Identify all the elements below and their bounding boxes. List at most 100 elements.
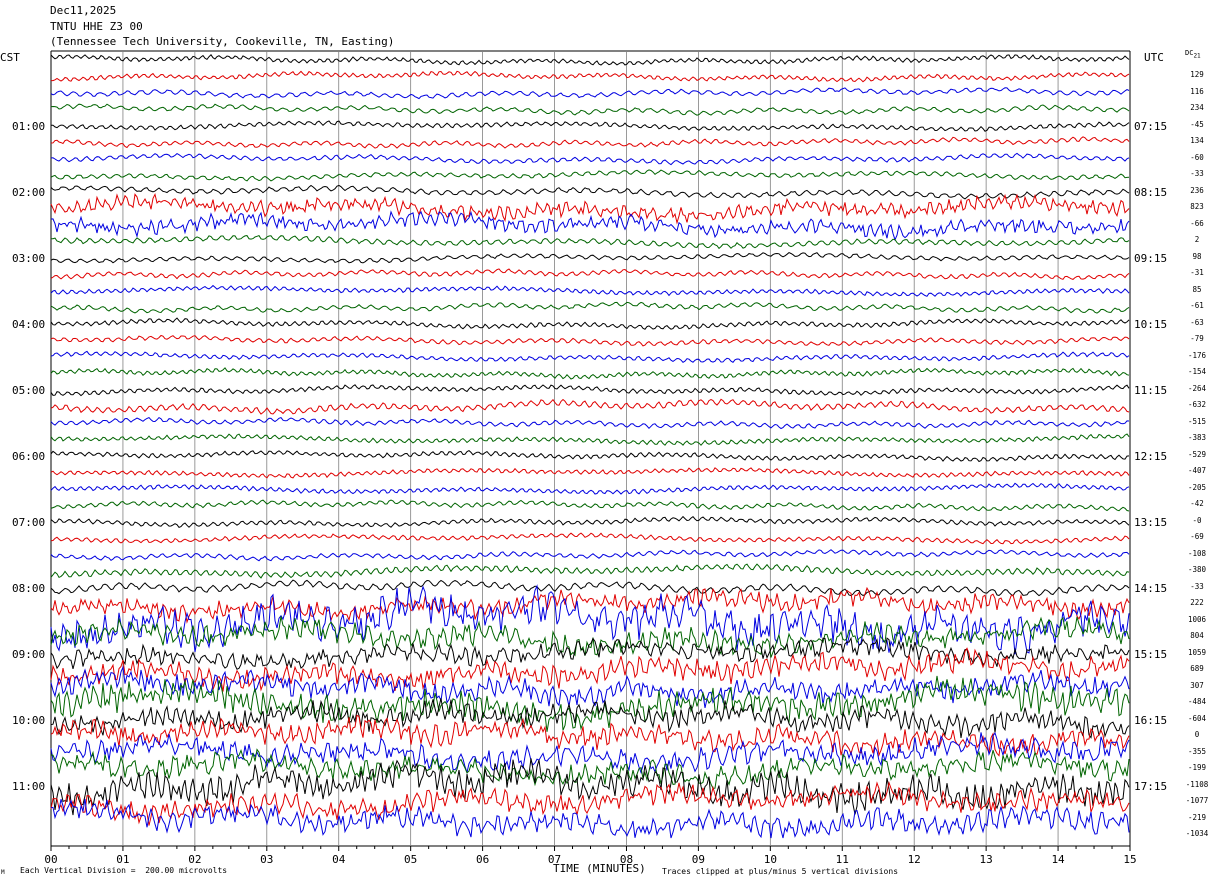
x-tick-label: 05 xyxy=(404,853,418,866)
right-hour-label: 11:15 xyxy=(1134,384,1168,397)
seismic-trace xyxy=(50,87,1130,100)
x-tick-label: 14 xyxy=(1051,853,1065,866)
left-hour-label: 11:00 xyxy=(12,780,46,793)
seismic-trace xyxy=(51,120,1130,132)
dc-offset-label: -31 xyxy=(1190,268,1204,277)
dc-offset-label: -0 xyxy=(1192,515,1202,525)
right-hour-label: 10:15 xyxy=(1134,318,1168,331)
dc-offset-label: -383 xyxy=(1187,433,1207,442)
seismic-trace xyxy=(50,499,1130,512)
right-hour-label: 14:15 xyxy=(1134,582,1168,595)
dc-offset-label: 234 xyxy=(1190,103,1204,112)
dc-offset-label: 689 xyxy=(1190,664,1204,673)
dc-offset-label: -69 xyxy=(1190,532,1204,541)
dc-offset-label: -632 xyxy=(1187,400,1207,409)
seismic-trace xyxy=(50,515,1130,529)
seismic-trace xyxy=(50,152,1130,166)
x-tick-label: 02 xyxy=(188,853,202,866)
left-hour-label: 05:00 xyxy=(12,384,46,397)
seismic-trace xyxy=(50,317,1130,330)
x-tick-label: 10 xyxy=(763,853,777,866)
right-hour-label: 16:15 xyxy=(1134,714,1168,727)
dc-offset-label: -264 xyxy=(1187,383,1207,393)
dc-offset-label: 1006 xyxy=(1187,614,1207,624)
right-hour-label: 17:15 xyxy=(1134,780,1168,793)
dc-offset-label: -61 xyxy=(1190,301,1204,310)
seismic-trace xyxy=(50,252,1130,264)
seismic-trace xyxy=(50,301,1130,314)
x-tick-label: 01 xyxy=(116,853,130,866)
seismic-trace xyxy=(50,636,1130,670)
dc-offset-label: -355 xyxy=(1187,746,1207,756)
right-hour-label: 13:15 xyxy=(1134,516,1168,529)
x-tick-label: 09 xyxy=(691,853,706,866)
left-hour-label: 01:00 xyxy=(12,120,46,133)
dc-offset-label: -529 xyxy=(1187,449,1207,459)
dc-offset-label: -154 xyxy=(1187,367,1207,376)
dc-offset-label: 804 xyxy=(1190,631,1204,640)
right-hour-label: 09:15 xyxy=(1134,252,1168,265)
dc-offset-label: -219 xyxy=(1187,812,1207,822)
footer-mark: M xyxy=(1,869,5,876)
x-tick-label: 00 xyxy=(44,853,58,866)
left-hour-label: 07:00 xyxy=(12,516,46,529)
seismic-trace xyxy=(50,169,1130,182)
dc-offset-label: -407 xyxy=(1187,466,1207,475)
dc-offset-label: 98 xyxy=(1192,251,1202,261)
x-axis-title: TIME (MINUTES) xyxy=(553,862,646,875)
dc-offset-label: -604 xyxy=(1187,713,1207,723)
seismic-trace xyxy=(50,798,1130,839)
dc-offset-label: 307 xyxy=(1190,680,1204,690)
x-tick-label: 04 xyxy=(332,853,346,866)
seismic-trace xyxy=(51,70,1130,83)
seismic-trace xyxy=(50,449,1130,463)
seismic-trace xyxy=(50,482,1130,495)
x-axis xyxy=(50,846,1131,851)
division-note: Each Vertical Division = 200.00 microvol… xyxy=(20,866,228,875)
dc-offset-label: -176 xyxy=(1187,350,1207,360)
dc-offset-label: -63 xyxy=(1190,317,1204,327)
seismic-trace xyxy=(50,698,1130,739)
right-hour-label: 15:15 xyxy=(1134,648,1168,661)
dc-offset-label: 2 xyxy=(1194,235,1200,244)
seismic-trace xyxy=(50,234,1130,250)
seismic-trace xyxy=(50,398,1130,415)
left-hour-label: 10:00 xyxy=(12,714,46,727)
dc-offset-label: -205 xyxy=(1187,482,1207,492)
dc-offset-label: 1059 xyxy=(1187,647,1207,657)
left-hour-label: 04:00 xyxy=(12,318,46,331)
dc-offset-label: 116 xyxy=(1190,86,1204,96)
x-tick-label: 13 xyxy=(979,853,993,866)
seismic-trace xyxy=(50,748,1130,789)
seismic-trace xyxy=(50,563,1130,579)
seismic-trace xyxy=(50,210,1130,242)
seismic-trace xyxy=(50,350,1130,363)
seismic-trace xyxy=(50,334,1130,347)
seismic-trace xyxy=(50,103,1130,116)
dc-offset-label: -515 xyxy=(1187,416,1207,426)
dc-offset-label: -33 xyxy=(1190,169,1204,178)
left-hour-label: 03:00 xyxy=(12,252,46,265)
dc-offset-label: -484 xyxy=(1187,697,1207,706)
seismic-trace xyxy=(50,54,1130,66)
left-hour-label: 09:00 xyxy=(12,648,46,661)
right-hour-label: 12:15 xyxy=(1134,450,1168,463)
left-hour-label: 06:00 xyxy=(12,450,46,463)
dc-offset-label: 129 xyxy=(1190,70,1204,79)
dc-offset-label: -79 xyxy=(1190,334,1204,343)
dc-offset-label: 85 xyxy=(1192,284,1202,294)
seismic-trace xyxy=(50,416,1130,430)
dc-offset-label: 134 xyxy=(1190,136,1204,145)
dc-offset-label: 236 xyxy=(1190,185,1204,195)
dc-offset-label: -1034 xyxy=(1185,829,1209,838)
seismic-trace xyxy=(50,184,1130,200)
seismic-trace xyxy=(50,579,1130,597)
dc-offset-label: -33 xyxy=(1190,581,1204,591)
dc-offset-label: -60 xyxy=(1190,152,1204,162)
seismic-trace xyxy=(50,467,1130,479)
seismic-trace xyxy=(50,136,1130,149)
x-tick-label: 11 xyxy=(835,853,849,866)
seismic-trace xyxy=(50,549,1130,562)
dc-offset-label: -42 xyxy=(1190,499,1204,508)
x-tick-label: 06 xyxy=(475,853,490,866)
